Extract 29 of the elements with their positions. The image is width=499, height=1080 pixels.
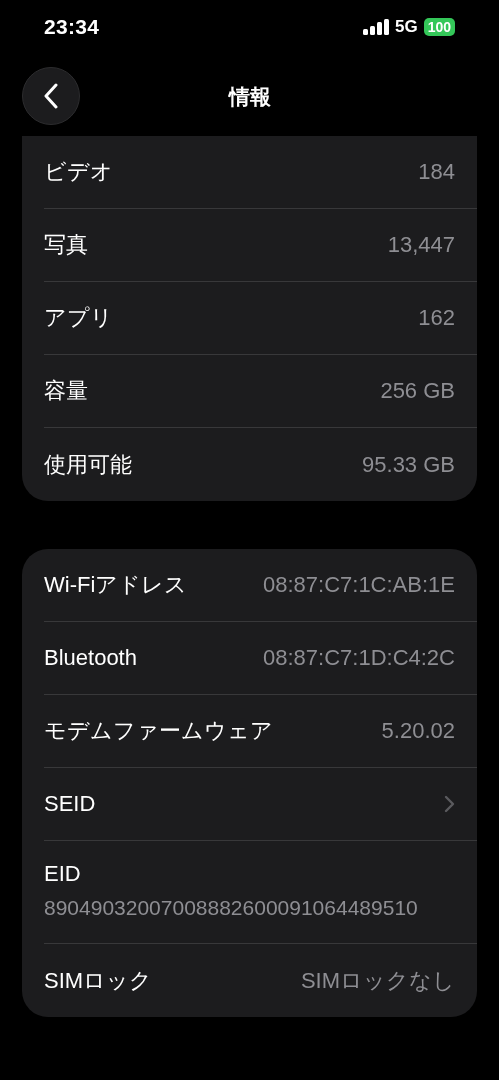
row-value: SIMロックなし xyxy=(300,966,455,995)
network-label: 5G xyxy=(394,16,418,37)
row-label: モデムファームウェア xyxy=(44,717,273,745)
row-value: 13,447 xyxy=(387,232,455,258)
row-label: 写真 xyxy=(44,231,88,259)
status-time: 23:34 xyxy=(44,14,100,39)
battery-level: 100 xyxy=(423,17,455,36)
row-value: 95.33 GB xyxy=(362,451,455,478)
row-label: SEID xyxy=(44,791,96,817)
row-value: 08:87:C7:1C:AB:1E xyxy=(263,572,455,598)
signal-icon xyxy=(362,18,389,35)
row-label: Wi-Fiアドレス xyxy=(44,571,188,599)
row-value: 08:87:C7:1D:C4:2C xyxy=(263,645,455,671)
row-label: アプリ xyxy=(44,304,113,332)
row-value: 256 GB xyxy=(380,378,455,404)
row-value: 162 xyxy=(418,305,455,331)
chevron-icon xyxy=(444,795,455,813)
row-value: 89049032007008882600091064489510 xyxy=(44,895,419,921)
row-label: ビデオ xyxy=(44,158,113,186)
page-title: 情報 xyxy=(228,83,271,110)
back-icon xyxy=(43,83,59,109)
row-label: SIMロック xyxy=(44,966,153,995)
row-value: 184 xyxy=(418,159,455,185)
row-label: 使用可能 xyxy=(44,450,132,479)
row-label: Bluetooth xyxy=(44,645,137,671)
row-label: 容量 xyxy=(44,377,88,405)
row-value: 5.20.02 xyxy=(381,718,455,744)
list-row[interactable]: SEID xyxy=(44,768,477,841)
row-label: EID xyxy=(44,861,82,887)
